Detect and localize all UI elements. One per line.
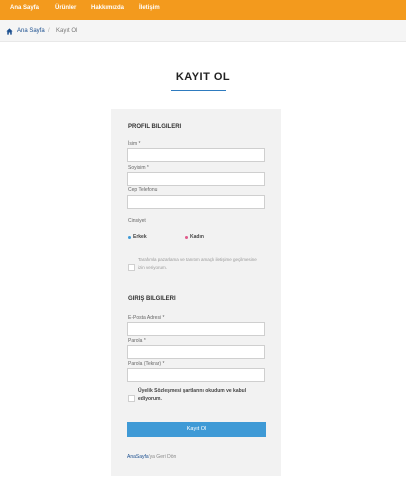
phone-input[interactable] [127, 195, 265, 209]
back-home-suffix: 'ya Geri Dön [148, 454, 177, 460]
register-submit-button[interactable]: Kayıt Ol [127, 422, 266, 437]
nav-link-home[interactable]: Ana Sayfa [10, 5, 39, 11]
top-nav-bar: Ana Sayfa Ürünler Hakkımızda İletişim [0, 0, 406, 20]
marketing-consent-text: Tarafımla pazarlama ve tanıtım amaçlı il… [138, 257, 257, 270]
breadcrumb-separator: / [48, 28, 50, 34]
password-label: Parola * [128, 338, 146, 344]
breadcrumb: Ana Sayfa / Kayıt Ol [0, 20, 406, 42]
password-repeat-label: Parola (Tekrar) * [128, 361, 165, 367]
name-label: İsim * [128, 141, 141, 147]
breadcrumb-home-link[interactable]: Ana Sayfa [17, 28, 45, 34]
title-underline [171, 90, 226, 91]
password-input[interactable] [127, 345, 265, 359]
back-to-home-row: AnaSayfa'ya Geri Dön [127, 454, 176, 460]
surname-input[interactable] [127, 172, 265, 186]
login-section-title: GIRIŞ BILGILERI [128, 296, 176, 302]
breadcrumb-current: Kayıt Ol [56, 28, 78, 34]
nav-link-contact[interactable]: İletişim [139, 5, 160, 11]
marketing-consent-checkbox[interactable] [128, 264, 135, 271]
name-input[interactable] [127, 148, 265, 162]
nav-link-about[interactable]: Hakkımızda [91, 5, 124, 11]
agreement-text[interactable]: Üyelik Sözleşmesi şartlarını okudum ve k… [138, 387, 264, 403]
email-input[interactable] [127, 322, 265, 336]
phone-label: Cep Telefonu [128, 187, 158, 193]
page-title: KAYIT OL [175, 71, 231, 83]
gender-male-label[interactable]: Erkek [133, 234, 147, 240]
nav-link-products[interactable]: Ürünler [55, 5, 76, 11]
back-home-link[interactable]: AnaSayfa [127, 454, 149, 460]
gender-male-radio[interactable] [128, 236, 131, 239]
password-repeat-input[interactable] [127, 368, 265, 382]
email-label: E-Posta Adresi * [128, 315, 165, 321]
gender-label: Cinsiyet [128, 218, 146, 224]
gender-female-radio[interactable] [185, 236, 188, 239]
home-icon[interactable] [6, 28, 13, 35]
surname-label: Soyisim * [128, 165, 149, 171]
gender-female-label[interactable]: Kadın [190, 234, 204, 240]
agreement-checkbox[interactable] [128, 395, 135, 402]
profile-section-title: PROFIL BILGILERI [128, 124, 182, 130]
